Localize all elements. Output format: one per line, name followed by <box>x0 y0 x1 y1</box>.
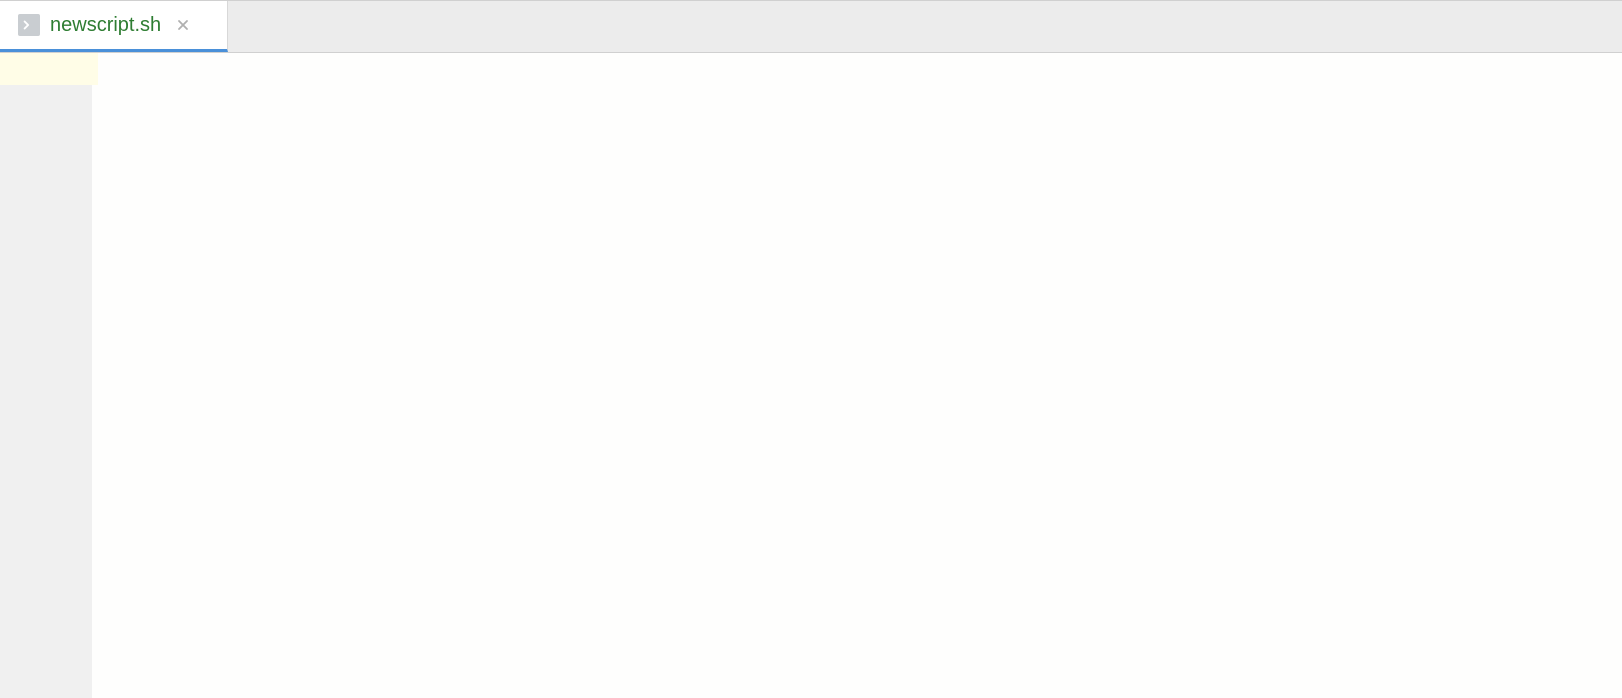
close-icon[interactable] <box>175 17 191 33</box>
terminal-icon <box>18 14 40 36</box>
app-container: newscript.sh <box>0 0 1622 698</box>
content-area <box>0 53 1622 698</box>
tab-newscript-sh[interactable]: newscript.sh <box>0 1 228 52</box>
editor-area[interactable] <box>92 53 1622 698</box>
editor-gutter <box>0 53 92 698</box>
current-line-gutter-highlight <box>0 53 98 85</box>
tab-label: newscript.sh <box>50 14 161 37</box>
tab-bar: newscript.sh <box>0 1 1622 53</box>
